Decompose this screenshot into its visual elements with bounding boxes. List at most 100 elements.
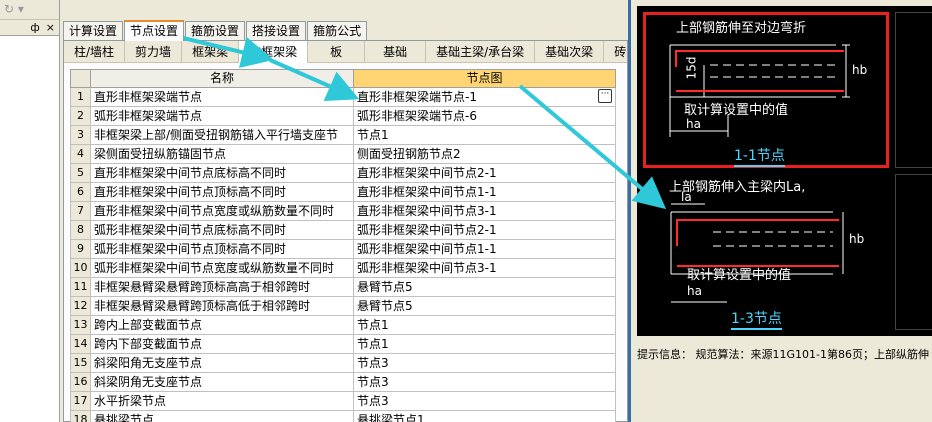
node-name-cell[interactable]: 非框架悬臂梁悬臂跨顶标高高于相邻跨时 bbox=[91, 278, 354, 297]
node-name-cell[interactable]: 弧形非框架梁中间节点底标高不同时 bbox=[91, 221, 354, 240]
node-diagram-cell[interactable]: 弧形非框架梁中间节点1-1 bbox=[354, 240, 616, 259]
node-name-cell[interactable]: 斜梁阴角无支座节点 bbox=[91, 373, 354, 392]
table-row[interactable]: 3 非框架梁上部/侧面受扭钢筋锚入平行墙支座节 节点1 bbox=[70, 126, 616, 145]
node-name-cell[interactable]: 跨内上部变截面节点 bbox=[91, 316, 354, 335]
refresh-icon[interactable]: ↻ ▾ bbox=[4, 2, 24, 16]
diagram-caption: 1-1节点 bbox=[734, 145, 785, 167]
node-name-cell[interactable]: 弧形非框架梁中间节点顶标高不同时 bbox=[91, 240, 354, 259]
column-header-name[interactable]: 名称 bbox=[91, 69, 354, 88]
diagram-note: 取计算设置中的值 bbox=[687, 268, 792, 283]
node-name-cell[interactable]: 非框架梁上部/侧面受扭钢筋锚入平行墙支座节 bbox=[91, 126, 354, 145]
node-diagram-cell[interactable]: 弧形非框架梁端节点-6 bbox=[354, 107, 616, 126]
table-row[interactable]: 18 悬挑梁节点 悬挑梁节点1 bbox=[70, 411, 616, 422]
row-number: 12 bbox=[70, 297, 91, 316]
node-diagram-value: 直形非框架梁端节点-1 bbox=[357, 90, 477, 104]
node-diagram-cell[interactable]: 直形非框架梁端节点-1 ··· bbox=[354, 88, 616, 107]
node-name-cell[interactable]: 悬挑梁节点 bbox=[91, 411, 354, 422]
node-name-cell[interactable]: 直形非框架梁中间节点底标高不同时 bbox=[91, 164, 354, 183]
node-diagram-cell[interactable]: 弧形非框架梁中间节点3-1 bbox=[354, 259, 616, 278]
subtab-foundation-main-beam[interactable]: 基础主梁/承台梁 bbox=[426, 41, 536, 63]
table-row[interactable]: 17 水平折梁节点 节点3 bbox=[70, 392, 616, 411]
tab-stirrup-settings[interactable]: 箍筋设置 bbox=[185, 21, 246, 40]
table-row[interactable]: 13 跨内上部变截面节点 节点1 bbox=[70, 316, 616, 335]
node-diagram-value: 弧形非框架梁中间节点1-1 bbox=[357, 242, 497, 256]
dim-ha: ha bbox=[686, 117, 701, 131]
ellipsis-button[interactable]: ··· bbox=[598, 89, 612, 103]
node-name-cell[interactable]: 梁侧面受扭纵筋锚固节点 bbox=[91, 145, 354, 164]
node-diagram-cell[interactable]: 直形非框架梁中间节点3-1 bbox=[354, 202, 616, 221]
node-diagram-value: 弧形非框架梁中间节点2-1 bbox=[357, 223, 497, 237]
table-row[interactable]: 15 斜梁阳角无支座节点 节点3 bbox=[70, 354, 616, 373]
node-diagram-cell[interactable]: 节点3 bbox=[354, 354, 616, 373]
row-number: 1 bbox=[70, 88, 91, 107]
row-number: 5 bbox=[70, 164, 91, 183]
node-diagram-1-1[interactable]: 上部钢筋伸至对边弯折 15d hb 取计算设置中的值 ha 1-1节点 bbox=[643, 12, 889, 168]
column-header-node-diagram[interactable]: 节点图 bbox=[354, 69, 616, 88]
node-name-cell[interactable]: 直形非框架梁中间节点宽度或纵筋数量不同时 bbox=[91, 202, 354, 221]
node-diagram-cell[interactable]: 弧形非框架梁中间节点2-1 bbox=[354, 221, 616, 240]
top-tab-bar: 计算设置 节点设置 箍筋设置 搭接设置 箍筋公式 bbox=[63, 20, 368, 41]
table-row[interactable]: 9 弧形非框架梁中间节点顶标高不同时 弧形非框架梁中间节点1-1 bbox=[70, 240, 616, 259]
subtab-column[interactable]: 柱/墙柱 bbox=[64, 41, 126, 63]
subtab-slab[interactable]: 板 bbox=[308, 41, 366, 63]
table-row[interactable]: 2 弧形非框架梁端节点 弧形非框架梁端节点-6 bbox=[70, 107, 616, 126]
table-row[interactable]: 10 弧形非框架梁中间节点宽度或纵筋数量不同时 弧形非框架梁中间节点3-1 bbox=[70, 259, 616, 278]
row-number: 13 bbox=[70, 316, 91, 335]
node-preview-pane: 上部钢筋伸至对边弯折 15d hb 取计算设置中的值 ha 1-1节点 上部钢筋… bbox=[628, 0, 932, 422]
node-diagram-viewer: 上部钢筋伸至对边弯折 15d hb 取计算设置中的值 ha 1-1节点 上部钢筋… bbox=[637, 6, 932, 336]
tab-lap-settings[interactable]: 搭接设置 bbox=[246, 21, 307, 40]
node-diagram-1-3[interactable]: 上部钢筋伸入主梁内La, la hb 取计算设置中的值 ha 1-3节点 bbox=[643, 174, 889, 330]
node-name-cell[interactable]: 弧形非框架梁端节点 bbox=[91, 107, 354, 126]
node-settings-panel: 柱/墙柱 剪力墙 框架梁 非框架梁 板 基础 基础主梁/承台梁 基础次梁 砖 名… bbox=[63, 40, 638, 422]
node-diagram-cell[interactable]: 直形非框架梁中间节点2-1 bbox=[354, 164, 616, 183]
table-row[interactable]: 7 直形非框架梁中间节点宽度或纵筋数量不同时 直形非框架梁中间节点3-1 bbox=[70, 202, 616, 221]
tab-node-settings[interactable]: 节点设置 bbox=[124, 20, 185, 41]
table-row[interactable]: 4 梁侧面受扭纵筋锚固节点 侧面受扭钢筋节点2 bbox=[70, 145, 616, 164]
table-row[interactable]: 11 非框架悬臂梁悬臂跨顶标高高于相邻跨时 悬臂节点5 bbox=[70, 278, 616, 297]
table-row[interactable]: 8 弧形非框架梁中间节点底标高不同时 弧形非框架梁中间节点2-1 bbox=[70, 221, 616, 240]
node-name-cell[interactable]: 斜梁阳角无支座节点 bbox=[91, 354, 354, 373]
settings-main: 计算设置 节点设置 箍筋设置 搭接设置 箍筋公式 柱/墙柱 剪力墙 框架梁 非框… bbox=[61, 0, 638, 422]
node-diagram-cell[interactable]: 悬臂节点5 bbox=[354, 278, 616, 297]
rebar-drawing bbox=[669, 44, 850, 137]
pin-icon[interactable]: ф bbox=[30, 21, 39, 34]
table-row[interactable]: 6 直形非框架梁中间节点顶标高不同时 直形非框架梁中间节点1-1 bbox=[70, 183, 616, 202]
tab-stirrup-formula[interactable]: 箍筋公式 bbox=[307, 21, 368, 40]
node-name-cell[interactable]: 直形非框架梁中间节点顶标高不同时 bbox=[91, 183, 354, 202]
node-name-cell[interactable]: 弧形非框架梁中间节点宽度或纵筋数量不同时 bbox=[91, 259, 354, 278]
node-diagram-cell[interactable]: 节点1 bbox=[354, 316, 616, 335]
table-row[interactable]: 1 直形非框架梁端节点 直形非框架梁端节点-1 ··· bbox=[70, 88, 616, 107]
node-name-cell[interactable]: 水平折梁节点 bbox=[91, 392, 354, 411]
subtab-foundation[interactable]: 基础 bbox=[365, 41, 427, 63]
table-row[interactable]: 16 斜梁阴角无支座节点 节点3 bbox=[70, 373, 616, 392]
subtab-nonframe-beam[interactable]: 非框架梁 bbox=[239, 41, 309, 63]
node-diagram-value: 直形非框架梁中间节点2-1 bbox=[357, 166, 497, 180]
table-row[interactable]: 14 跨内下部变截面节点 节点1 bbox=[70, 335, 616, 354]
subtab-frame-beam[interactable]: 框架梁 bbox=[182, 41, 240, 63]
subtab-shear-wall[interactable]: 剪力墙 bbox=[125, 41, 183, 63]
node-diagram-value: 节点3 bbox=[357, 375, 389, 389]
subtab-foundation-secondary-beam[interactable]: 基础次梁 bbox=[535, 41, 605, 63]
node-diagram-next-bottom[interactable] bbox=[895, 174, 932, 330]
row-number: 15 bbox=[70, 354, 91, 373]
node-diagram-cell[interactable]: 直形非框架梁中间节点1-1 bbox=[354, 183, 616, 202]
node-diagram-cell[interactable]: 悬挑梁节点1 bbox=[354, 411, 616, 422]
node-diagram-cell[interactable]: 节点1 bbox=[354, 126, 616, 145]
node-diagram-cell[interactable]: 节点1 bbox=[354, 335, 616, 354]
node-diagram-cell[interactable]: 节点3 bbox=[354, 373, 616, 392]
close-icon[interactable]: × bbox=[46, 21, 55, 34]
node-name-cell[interactable]: 跨内下部变截面节点 bbox=[91, 335, 354, 354]
node-diagram-next-top[interactable] bbox=[895, 12, 932, 168]
table-row[interactable]: 5 直形非框架梁中间节点底标高不同时 直形非框架梁中间节点2-1 bbox=[70, 164, 616, 183]
node-name-cell[interactable]: 直形非框架梁端节点 bbox=[91, 88, 354, 107]
row-number: 7 bbox=[70, 202, 91, 221]
row-number: 16 bbox=[70, 373, 91, 392]
node-diagram-cell[interactable]: 侧面受扭钢筋节点2 bbox=[354, 145, 616, 164]
node-name-cell[interactable]: 非框架悬臂梁悬臂跨顶标高低于相邻跨时 bbox=[91, 297, 354, 316]
node-diagram-value: 直形非框架梁中间节点1-1 bbox=[357, 185, 497, 199]
diagram-caption: 1-3节点 bbox=[731, 308, 782, 330]
tab-calc-settings[interactable]: 计算设置 bbox=[63, 21, 124, 40]
node-diagram-cell[interactable]: 悬臂节点5 bbox=[354, 297, 616, 316]
node-diagram-cell[interactable]: 节点3 bbox=[354, 392, 616, 411]
table-row[interactable]: 12 非框架悬臂梁悬臂跨顶标高低于相邻跨时 悬臂节点5 bbox=[70, 297, 616, 316]
